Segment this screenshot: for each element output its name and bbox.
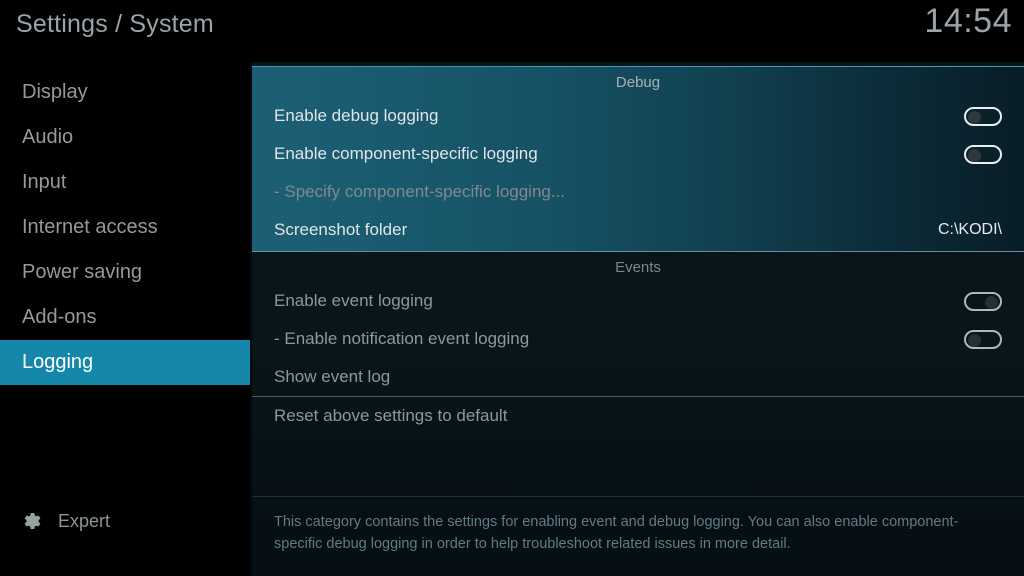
setting-row[interactable]: Reset above settings to default bbox=[252, 396, 1024, 434]
setting-label: - Enable notification event logging bbox=[274, 329, 530, 348]
sidebar-item-label: Input bbox=[22, 171, 67, 193]
sidebar-item-add-ons[interactable]: Add-ons bbox=[0, 295, 250, 340]
toggle-knob bbox=[985, 295, 998, 309]
gear-icon bbox=[20, 510, 42, 532]
sidebar-item-input[interactable]: Input bbox=[0, 160, 250, 205]
sidebar-item-label: Power saving bbox=[22, 261, 143, 283]
sidebar-item-label: Internet access bbox=[22, 216, 158, 238]
clock: 14:54 bbox=[924, 2, 1012, 40]
setting-row: - Specify component-specific logging... bbox=[252, 173, 1024, 211]
toggle-switch[interactable] bbox=[964, 329, 1002, 349]
settings-group-events: Events Enable event logging - Enable noti… bbox=[252, 252, 1024, 434]
setting-label: Reset above settings to default bbox=[274, 405, 508, 425]
setting-row[interactable]: Enable event logging bbox=[252, 282, 1024, 320]
settings-level-label: Expert bbox=[58, 510, 111, 531]
sidebar-item-label: Logging bbox=[22, 351, 94, 373]
sidebar-category-list: Display Audio Input Internet access Power sa… bbox=[0, 62, 250, 385]
events-rows: Enable event logging - Enable notificatio… bbox=[252, 282, 1024, 434]
setting-row[interactable]: Enable component-specific logging bbox=[252, 135, 1024, 173]
toggle-knob bbox=[968, 148, 981, 162]
setting-label: Enable event logging bbox=[274, 291, 433, 310]
section-heading-events: Events bbox=[615, 258, 661, 276]
toggle-switch[interactable] bbox=[964, 106, 1002, 126]
setting-row[interactable]: Show event log bbox=[252, 358, 1024, 396]
sidebar-item-label: Add-ons bbox=[22, 306, 97, 328]
setting-label: Screenshot folder bbox=[274, 220, 408, 239]
settings-group-debug: Debug Enable debug logging Enable compone… bbox=[252, 66, 1024, 252]
sidebar-item-logging[interactable]: Logging bbox=[0, 340, 250, 385]
sidebar-item-audio[interactable]: Audio bbox=[0, 115, 250, 160]
setting-label: Enable component-specific logging bbox=[274, 144, 538, 163]
section-heading-debug: Debug bbox=[615, 73, 661, 91]
sidebar-item-label: Display bbox=[22, 81, 88, 103]
toggle-knob bbox=[968, 333, 981, 347]
description-text: This category contains the settings for … bbox=[274, 514, 959, 552]
setting-label: Show event log bbox=[274, 367, 391, 386]
setting-row[interactable]: Screenshot folder C:\KODI\ bbox=[252, 211, 1024, 249]
setting-value: C:\KODI\ bbox=[937, 221, 1002, 238]
setting-row[interactable]: - Enable notification event logging bbox=[252, 320, 1024, 358]
description-panel: This category contains the settings for … bbox=[252, 496, 1024, 576]
toggle-switch[interactable] bbox=[964, 291, 1002, 311]
setting-label: Enable debug logging bbox=[274, 106, 439, 125]
debug-rows: Enable debug logging Enable component-spe… bbox=[252, 97, 1024, 249]
header-bar: Settings / System 14:54 bbox=[0, 0, 1024, 62]
toggle-knob bbox=[968, 110, 981, 124]
sidebar-item-power-saving[interactable]: Power saving bbox=[0, 250, 250, 295]
sidebar-item-internet-access[interactable]: Internet access bbox=[0, 205, 250, 250]
sidebar-item-label: Audio bbox=[22, 126, 74, 148]
sidebar-item-display[interactable]: Display bbox=[0, 70, 250, 115]
sidebar: Display Audio Input Internet access Power sa… bbox=[0, 62, 250, 576]
kodi-settings-screen: Settings / System 14:54 Display Audio Inpu… bbox=[0, 0, 1024, 576]
setting-label: - Specify component-specific logging... bbox=[274, 182, 566, 201]
settings-level-button[interactable]: Expert bbox=[0, 504, 250, 538]
toggle-switch[interactable] bbox=[964, 144, 1002, 164]
page-title: Settings / System bbox=[16, 10, 214, 38]
setting-row[interactable]: Enable debug logging bbox=[252, 97, 1024, 135]
